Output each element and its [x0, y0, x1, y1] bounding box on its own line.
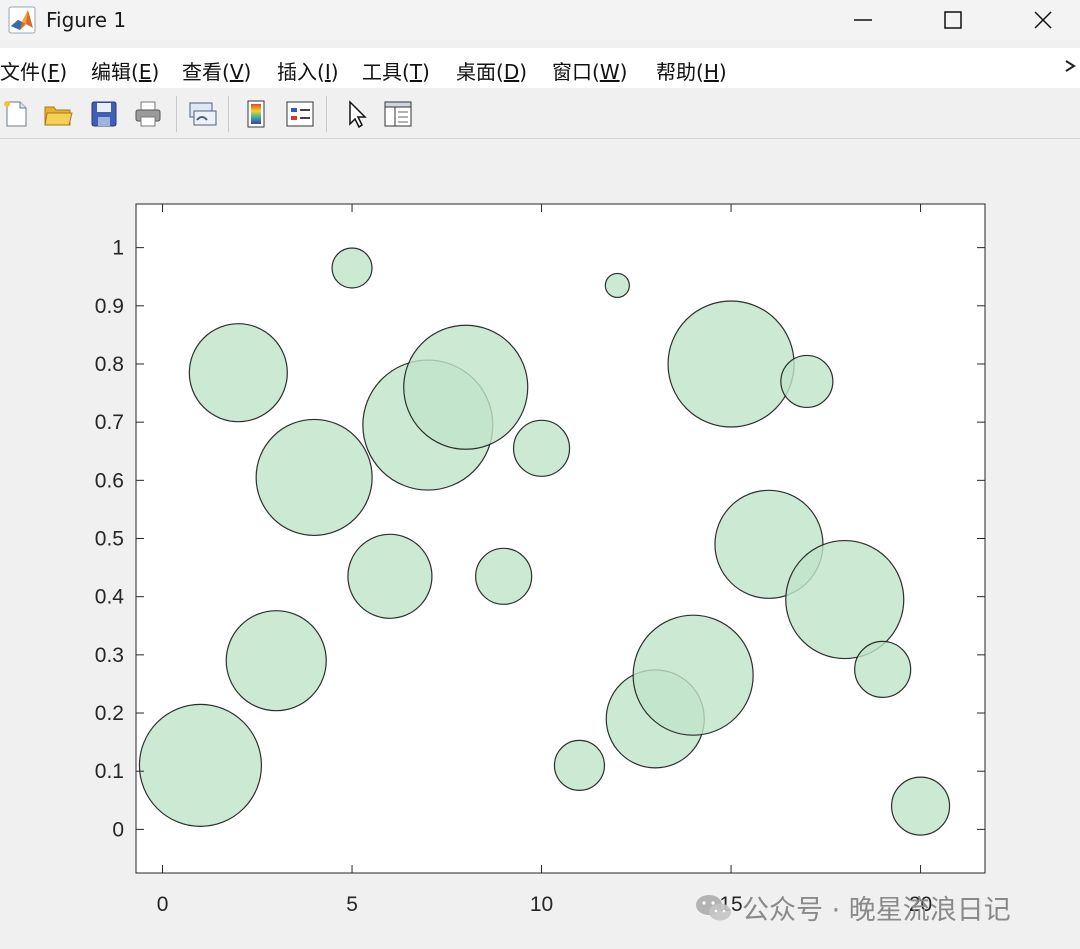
- bubble-5: [347, 533, 433, 619]
- menu-item-6[interactable]: 窗口(W): [552, 56, 627, 85]
- print-icon[interactable]: [132, 98, 164, 130]
- y-tick-label: 0.4: [95, 586, 125, 609]
- bubble-0: [138, 703, 263, 827]
- minimize-icon: [854, 19, 872, 21]
- menu-item-1[interactable]: 编辑(E): [91, 56, 159, 85]
- bubble-11: [604, 272, 630, 299]
- menu-item-0[interactable]: 文件(F): [0, 56, 67, 85]
- menu-item-label: 工具(: [362, 60, 410, 84]
- menu-item-label-tail: ): [519, 60, 528, 84]
- menu-item-3[interactable]: 插入(I): [277, 56, 339, 85]
- menu-item-4[interactable]: 工具(T): [362, 56, 430, 85]
- y-tick-label: 0.7: [95, 411, 124, 434]
- y-tick-label: 0.9: [95, 295, 124, 318]
- watermark: 公众号 · 晚星流浪日记: [694, 888, 1011, 927]
- bubble-16: [780, 354, 834, 409]
- y-tick-label: 1: [112, 237, 124, 260]
- x-tick-label: 10: [530, 893, 553, 916]
- menu-item-label-tail: ): [718, 60, 727, 84]
- bubble-19: [890, 776, 951, 836]
- maximize-button[interactable]: [930, 0, 976, 40]
- menu-item-label: 编辑(: [91, 60, 139, 84]
- x-tick-label: 5: [346, 893, 358, 916]
- title-bar: Figure 1: [0, 0, 1080, 40]
- bubble-8: [475, 547, 533, 605]
- new-figure-icon[interactable]: [0, 98, 32, 130]
- y-tick-label: 0.5: [95, 528, 124, 551]
- toolbar: [0, 90, 1080, 139]
- menu-accelerator: W: [599, 60, 620, 84]
- menu-item-label: 桌面(: [456, 60, 504, 84]
- open-file-icon[interactable]: [42, 98, 74, 130]
- save-icon[interactable]: [88, 98, 120, 130]
- window-title: Figure 1: [46, 8, 127, 32]
- y-tick-label: 0: [112, 818, 124, 841]
- bubble-18: [854, 640, 912, 698]
- menu-accelerator: H: [703, 60, 719, 84]
- bubble-17: [785, 539, 905, 660]
- menu-item-5[interactable]: 桌面(D): [456, 56, 527, 85]
- menu-item-label: 查看(: [182, 60, 230, 84]
- colorbar-icon[interactable]: [240, 98, 272, 130]
- menu-item-7[interactable]: 帮助(H): [656, 56, 727, 85]
- menu-accelerator: F: [47, 60, 60, 84]
- menu-item-2[interactable]: 查看(V): [182, 56, 251, 85]
- y-tick-label: 0.8: [95, 353, 124, 376]
- menu-accelerator: V: [229, 60, 244, 84]
- menu-item-label: 插入(: [277, 60, 325, 84]
- menu-overflow-icon[interactable]: [1064, 58, 1078, 74]
- y-tick-label: 0.6: [95, 469, 124, 492]
- toolbar-separator: [326, 96, 327, 132]
- bubble-4: [331, 247, 373, 289]
- legend-icon[interactable]: [284, 98, 316, 130]
- toolbar-separator: [176, 96, 177, 132]
- matlab-logo-icon: [8, 6, 36, 34]
- toolbar-separator: [228, 96, 229, 132]
- menu-item-label: 文件(: [0, 60, 48, 84]
- menu-accelerator: T: [409, 60, 423, 84]
- menu-accelerator: D: [503, 60, 520, 84]
- wechat-logo-icon: [696, 894, 731, 920]
- menu-bar: 文件(F) 编辑(E) 查看(V) 插入(I) 工具(T) 桌面(D) 窗口(W) 帮助(H): [0, 48, 1080, 88]
- y-tick-label: 0.1: [95, 760, 124, 783]
- menu-item-label: 帮助(: [656, 60, 704, 84]
- minimize-button[interactable]: [840, 0, 886, 40]
- menu-item-label: 窗口(: [552, 60, 600, 84]
- bubble-13: [632, 614, 754, 736]
- menu-accelerator: E: [138, 60, 152, 84]
- y-tick-label: 0.3: [95, 644, 124, 667]
- bubble-9: [512, 419, 571, 477]
- maximize-icon: [944, 11, 962, 29]
- pointer-icon[interactable]: [340, 98, 372, 130]
- close-icon: [1034, 11, 1052, 29]
- bubble-chart: 0 5 10 15 2000.10.20.30.40.50.60.70.80.91: [95, 203, 986, 916]
- property-editor-icon[interactable]: [382, 98, 414, 130]
- menu-item-label-tail: ): [59, 60, 68, 84]
- x-tick-label: 0: [157, 893, 169, 916]
- bubble-3: [255, 418, 373, 537]
- menu-item-label-tail: ): [243, 60, 252, 84]
- y-tick-label: 0.2: [95, 702, 124, 725]
- menu-item-label-tail: ): [330, 60, 339, 84]
- menu-item-label-tail: ): [151, 60, 160, 84]
- menu-item-label-tail: ): [422, 60, 430, 84]
- menu-item-label-tail: ): [619, 60, 628, 84]
- bubble-1: [188, 323, 288, 423]
- bubble-14: [667, 300, 795, 428]
- bubble-7: [403, 324, 529, 450]
- link-plot-icon[interactable]: [186, 98, 218, 130]
- bubble-2: [225, 610, 327, 712]
- bubble-10: [553, 739, 606, 791]
- watermark-text: 公众号 · 晚星流浪日记: [742, 895, 1011, 926]
- close-button[interactable]: [1020, 0, 1066, 40]
